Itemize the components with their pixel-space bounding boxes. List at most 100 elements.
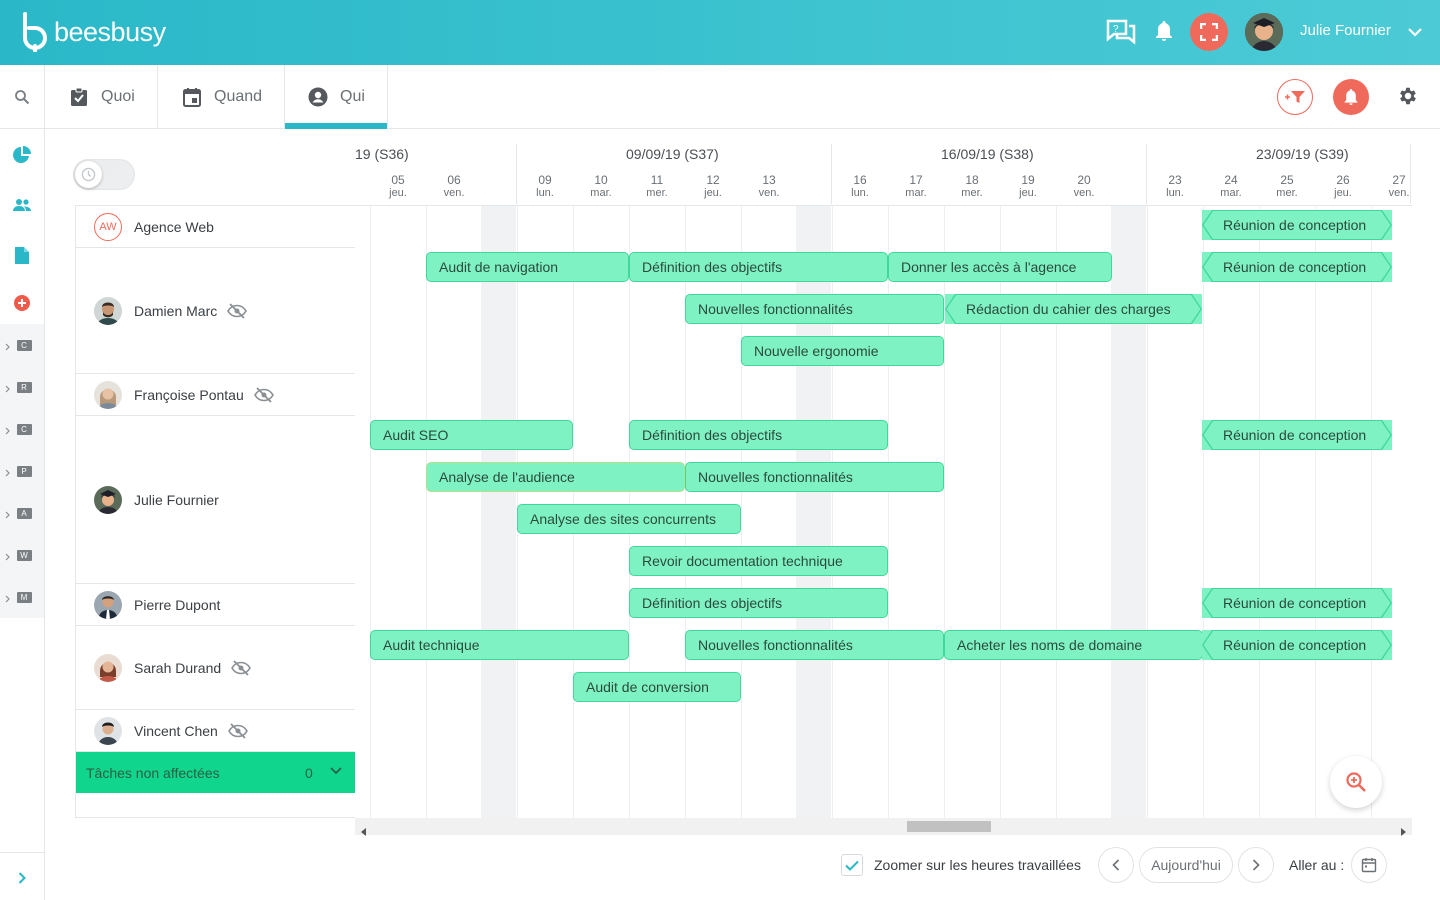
sidebar-item-documents[interactable] [0,243,44,267]
eye-off-icon[interactable] [253,386,274,403]
task-bar[interactable]: Réunion de conception [1202,588,1392,618]
task-bar[interactable]: Revoir documentation technique [629,546,888,576]
task-label: Audit de conversion [586,679,709,695]
task-label: Analyse des sites concurrents [530,511,716,527]
next-period-button[interactable] [1238,847,1274,883]
task-bar[interactable]: Audit technique [370,630,629,660]
task-bar[interactable]: Nouvelles fonctionnalités [685,630,944,660]
task-bar[interactable]: Analyse de l'audience [426,462,685,492]
beesbusy-logo[interactable]: beesbusy [22,12,166,52]
sidebar-project-item[interactable]: R [0,366,44,408]
task-bar[interactable]: Réunion de conception [1202,420,1392,450]
task-bar[interactable]: Réunion de conception [1202,210,1392,240]
weekday: mer. [1276,187,1298,199]
task-bar[interactable]: Rédaction du cahier des charges [945,294,1202,324]
chat-help-icon[interactable]: ? [1106,18,1136,51]
task-bar[interactable]: Définition des objectifs [629,420,888,450]
chevron-down-icon[interactable] [330,767,342,775]
previous-period-button[interactable] [1098,847,1134,883]
eye-off-icon[interactable] [231,659,252,676]
person-row-agence-web[interactable]: AW Agence Web [76,206,355,248]
eye-off-icon[interactable] [227,722,248,739]
today-button[interactable]: Aujourd'hui [1139,847,1233,883]
task-bar[interactable]: Acheter les noms de domaine [944,630,1203,660]
working-hours-toggle[interactable] [73,159,135,190]
person-row-julie-fournier[interactable]: Julie Fournier [76,416,355,584]
notifications-bell-icon[interactable] [1154,20,1174,47]
alerts-button[interactable] [1333,79,1369,115]
task-bar[interactable]: Réunion de conception [1202,252,1392,282]
task-label: Audit technique [383,637,480,653]
filter-add-icon [1285,91,1305,103]
day-number: 24 [1224,173,1238,187]
person-name: Agence Web [134,218,214,235]
eye-off-icon[interactable] [227,302,248,319]
chevron-down-icon[interactable] [1408,24,1422,42]
task-bar[interactable]: Audit de navigation [426,252,629,282]
goto-date-button[interactable] [1351,847,1387,883]
week-label: 23/09/19 (S39) [1256,146,1349,162]
settings-button[interactable] [1397,85,1419,107]
scroll-left-icon[interactable] [361,823,366,841]
tab-quand[interactable]: Quand [158,65,285,128]
chevron-right-icon [5,338,10,356]
calendar-icon [1361,858,1377,873]
sidebar-item-dashboard[interactable] [0,143,44,167]
task-bar[interactable]: Nouvelles fonctionnalités [685,462,944,492]
top-bar: beesbusy ? Julie Fournier [0,0,1440,65]
day-number: 10 [594,173,608,187]
chevron-right-icon [5,422,10,440]
zoom-in-button[interactable] [1330,756,1382,808]
day-number: 20 [1077,173,1091,187]
sidebar-project-item[interactable]: P [0,450,44,492]
person-row-pierre-dupont[interactable]: Pierre Dupont [76,584,355,626]
task-bar[interactable]: Audit SEO [370,420,573,450]
sidebar-project-item[interactable]: A [0,492,44,534]
task-bar[interactable]: Nouvelles fonctionnalités [685,294,944,324]
sidebar-project-item[interactable]: C [0,408,44,450]
weekday: jeu. [1334,187,1352,199]
day-label: 10 mar. [581,174,621,200]
user-avatar[interactable] [1245,13,1283,51]
scrollbar-thumb[interactable] [907,821,991,832]
task-label: Nouvelles fonctionnalités [698,637,853,653]
add-filter-button[interactable] [1277,79,1313,115]
search-button[interactable] [0,85,44,109]
person-row-damien-marc[interactable]: Damien Marc [76,248,355,374]
zoom-label: Zoomer sur les heures travaillées [874,857,1081,873]
sidebar-project-item[interactable]: M [0,576,44,618]
unassigned-tasks-row[interactable]: Tâches non affectées 0 [76,752,355,793]
day-label: 23 lun. [1155,174,1195,200]
day-number: 25 [1280,173,1294,187]
zoom-checkbox[interactable] [841,854,863,876]
goto-label: Aller au : [1289,857,1345,873]
task-bar[interactable]: Donner les accès à l'agence [888,252,1112,282]
task-bar[interactable]: Réunion de conception [1202,630,1392,660]
day-label: 16 lun. [840,174,880,200]
sidebar-project-item[interactable]: W [0,534,44,576]
chevron-right-icon [5,464,10,482]
user-name[interactable]: Julie Fournier [1300,22,1391,39]
task-label: Rédaction du cahier des charges [966,301,1171,317]
person-row-francoise-pontau[interactable]: Françoise Pontau [76,374,355,416]
tab-label: Quand [214,87,263,105]
task-bar[interactable]: Définition des objectifs [629,588,888,618]
avatar [94,380,122,409]
task-bar[interactable]: Analyse des sites concurrents [517,504,741,534]
fullscreen-button[interactable] [1190,13,1228,51]
scroll-right-icon[interactable] [1401,823,1406,841]
expand-sidebar-button[interactable] [0,868,44,888]
sidebar-project-item[interactable]: C [0,324,44,366]
svg-text:?: ? [1113,24,1119,35]
sidebar-item-team[interactable] [0,193,44,217]
task-bar[interactable]: Audit de conversion [573,672,741,702]
sidebar-item-add-project[interactable] [0,291,44,315]
zoom-working-hours-option[interactable]: Zoomer sur les heures travaillées [841,848,1081,882]
task-bar[interactable]: Nouvelle ergonomie [741,336,944,366]
person-row-sarah-durand[interactable]: Sarah Durand [76,626,355,710]
task-bar[interactable]: Définition des objectifs [629,252,888,282]
person-row-vincent-chen[interactable]: Vincent Chen [76,710,355,752]
horizontal-scrollbar[interactable] [355,818,1412,836]
tab-quoi[interactable]: Quoi [45,65,158,128]
tab-qui[interactable]: Qui [285,65,388,129]
